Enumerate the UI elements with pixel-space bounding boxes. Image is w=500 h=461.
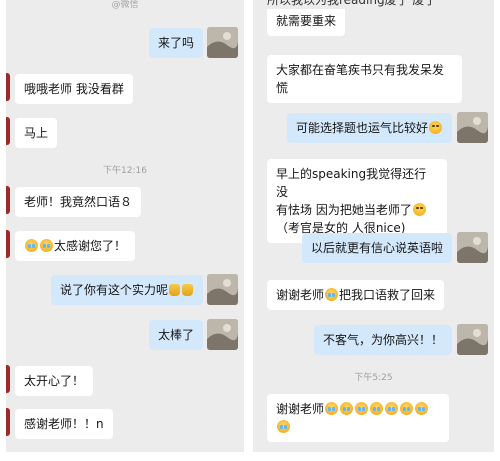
chat-timestamp: 下午12:16 <box>103 166 147 176</box>
crying-emoji-icon <box>400 402 414 415</box>
chat-panel-right[interactable]: 所以我以为我reading废了 废了 就需要重来 大家都在奋笔疾书只有我发呆发 … <box>253 0 494 452</box>
contact-avatar-edge <box>6 408 10 436</box>
sent-message-bubble[interactable]: 来了吗 <box>148 28 203 58</box>
contact-avatar-edge <box>6 186 10 214</box>
received-message-bubble[interactable]: 谢谢老师 把我口语救了回来 <box>267 280 445 310</box>
received-message-bubble[interactable]: 感谢老师！！n <box>15 409 113 439</box>
contact-avatar-edge <box>6 117 10 145</box>
crying-emoji-icon <box>415 402 429 415</box>
sent-message-bubble[interactable]: 太棒了 <box>148 320 203 350</box>
user-avatar[interactable] <box>457 232 488 263</box>
received-message-bubble[interactable]: 太开心了！ <box>15 366 94 396</box>
contact-avatar-edge <box>6 365 10 393</box>
message-text: 可能选择题也运气比较好 <box>295 121 428 135</box>
contact-avatar-edge <box>6 73 10 101</box>
crying-emoji-icon <box>325 288 339 301</box>
sent-message-bubble[interactable]: 不客气，为你高兴！！ <box>313 325 452 355</box>
smile-emoji-icon <box>412 203 426 216</box>
sent-message-bubble[interactable]: 可能选择题也运气比较好 <box>286 113 452 143</box>
received-message-bubble[interactable]: 老师！我竟然口语８ <box>15 187 142 217</box>
cut-off-message-line: 所以我以为我reading废了 废了 <box>267 0 437 7</box>
sent-message-bubble[interactable]: 以后就更有信心说英语啦 <box>301 233 452 263</box>
crying-emoji-icon <box>370 402 384 415</box>
received-message-bubble[interactable]: 哦哦老师 我没看群 <box>15 74 133 104</box>
user-avatar[interactable] <box>457 324 488 355</box>
message-text: 太感谢您了！ <box>54 239 127 253</box>
thumbs-up-icon <box>169 284 180 296</box>
message-line: 大家都在奋笔疾书只有我发呆发 <box>276 63 445 77</box>
message-text: 谢谢老师 <box>276 288 325 302</box>
crying-emoji-icon <box>355 402 369 415</box>
contact-avatar-edge <box>6 230 10 258</box>
message-line: 慌 <box>276 81 289 95</box>
crying-emoji-icon <box>40 239 53 252</box>
message-text: 谢谢老师 <box>276 402 325 416</box>
crying-emoji-icon <box>25 239 38 252</box>
screenshot-root: @微信 来了吗 哦哦老师 我没看群 马上 下午12:16 老师！我竟然口语８ 太… <box>0 0 500 461</box>
smile-emoji-icon <box>429 121 442 134</box>
user-avatar[interactable] <box>457 112 488 143</box>
user-avatar[interactable] <box>207 319 238 350</box>
thumbs-up-icon <box>182 284 193 296</box>
received-message-bubble[interactable]: 马上 <box>15 118 58 148</box>
received-message-bubble[interactable]: 早上的speaking我觉得还行 没 有怯场 因为把她当老师了 （考官是女的 人… <box>267 159 447 243</box>
received-message-bubble[interactable]: 太感谢您了！ <box>15 231 136 261</box>
message-line: 早上的speaking我觉得还行 没 <box>276 167 427 199</box>
message-text: 说了你有这个实力呢 <box>59 283 168 297</box>
chat-panel-left[interactable]: @微信 来了吗 哦哦老师 我没看群 马上 下午12:16 老师！我竟然口语８ 太… <box>6 0 244 452</box>
received-message-bubble[interactable]: 大家都在奋笔疾书只有我发呆发 慌 <box>267 55 462 103</box>
chat-timestamp: 下午5:25 <box>354 373 393 383</box>
crying-emoji-icon <box>325 402 339 415</box>
user-avatar[interactable] <box>207 27 238 58</box>
crying-emoji-icon <box>340 402 354 415</box>
user-avatar[interactable] <box>207 274 238 305</box>
cut-off-header: @微信 <box>111 0 139 10</box>
sent-message-bubble[interactable]: 说了你有这个实力呢 <box>50 275 203 305</box>
crying-emoji-icon <box>385 402 399 415</box>
crying-emoji-icon <box>277 420 290 433</box>
received-message-bubble[interactable]: 谢谢老师 <box>267 394 449 442</box>
message-text: 把我口语救了回来 <box>339 288 436 302</box>
received-message-bubble[interactable]: 就需要重来 <box>267 9 346 36</box>
message-line: 有怯场 因为把她当老师了 <box>276 201 438 219</box>
